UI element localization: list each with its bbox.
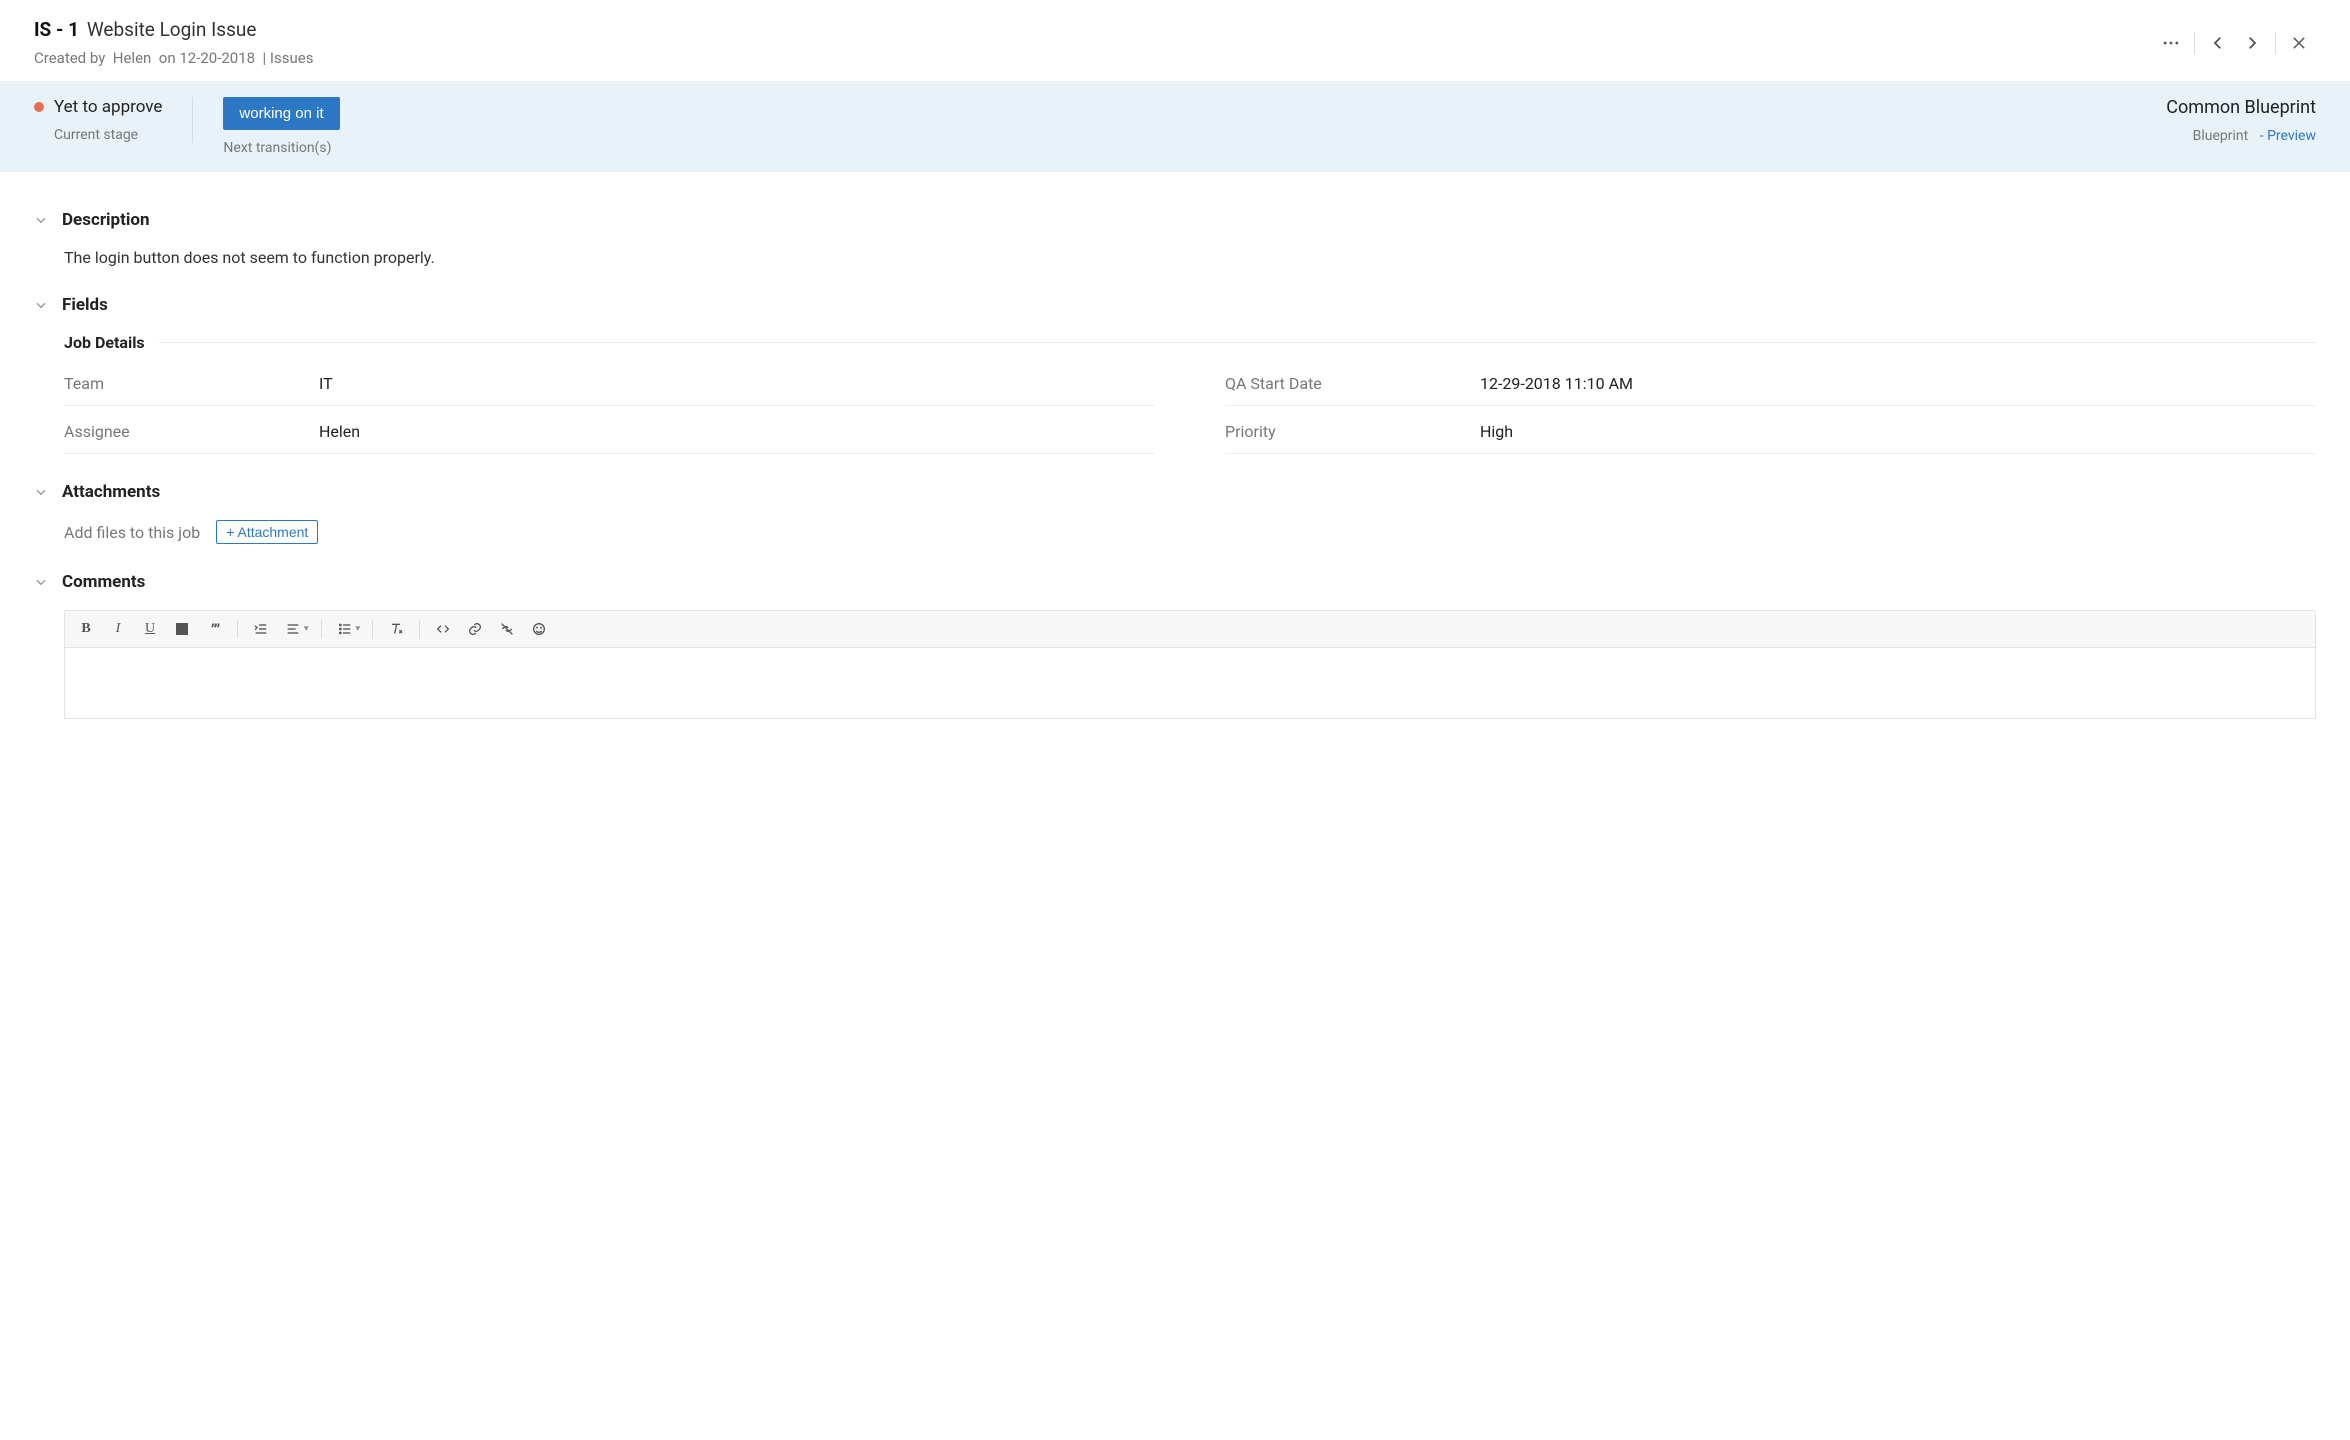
section-toggle-attachments[interactable]: Attachments: [34, 482, 2316, 502]
close-icon[interactable]: [2282, 26, 2316, 60]
underline-icon[interactable]: U: [135, 615, 165, 643]
preview-link[interactable]: - Preview: [2260, 128, 2316, 144]
comment-textarea[interactable]: [65, 648, 2315, 718]
bold-icon[interactable]: B: [71, 615, 101, 643]
current-stage-label: Current stage: [34, 127, 162, 143]
link-icon[interactable]: [460, 615, 490, 643]
code-icon[interactable]: [428, 615, 458, 643]
transition-button[interactable]: working on it: [223, 97, 339, 130]
chevron-down-icon: [34, 485, 48, 499]
field-row[interactable]: Priority High: [1225, 406, 2316, 454]
blueprint-label: Blueprint: [2193, 128, 2249, 144]
emoji-icon[interactable]: [524, 615, 554, 643]
indent-icon[interactable]: [246, 615, 276, 643]
add-attachment-button[interactable]: + Attachment: [216, 520, 318, 544]
chevron-down-icon: [34, 298, 48, 312]
issue-meta: Created by Helen on 12-20-2018 | Issues: [34, 49, 2154, 67]
next-issue-icon[interactable]: [2235, 26, 2269, 60]
breadcrumb[interactable]: Issues: [270, 49, 314, 67]
attachments-hint: Add files to this job: [64, 523, 200, 542]
stage-bar: Yet to approve Current stage working on …: [0, 81, 2350, 172]
editor-toolbar: B I U ▾: [65, 611, 2315, 648]
field-row[interactable]: QA Start Date 12-29-2018 11:10 AM: [1225, 358, 2316, 406]
clear-format-icon[interactable]: [381, 615, 411, 643]
chevron-down-icon: [34, 575, 48, 589]
section-comments: Comments B I U ▾: [34, 572, 2316, 719]
more-menu-icon[interactable]: [2154, 26, 2188, 60]
blueprint-name: Common Blueprint: [2166, 97, 2316, 118]
field-row[interactable]: Team IT: [64, 358, 1155, 406]
quote-icon[interactable]: [199, 615, 229, 643]
page-header: IS - 1 Website Login Issue Created by He…: [0, 0, 2350, 81]
color-fill-icon[interactable]: [167, 615, 197, 643]
issue-key: IS - 1: [34, 18, 79, 41]
prev-issue-icon[interactable]: [2201, 26, 2235, 60]
status-dot-icon: [34, 102, 44, 112]
next-transitions-label: Next transition(s): [223, 140, 339, 156]
field-row[interactable]: Assignee Helen: [64, 406, 1155, 454]
description-text: The login button does not seem to functi…: [64, 248, 2316, 267]
chevron-down-icon: [34, 213, 48, 227]
section-toggle-fields[interactable]: Fields: [34, 295, 2316, 315]
fields-subhead: Job Details: [64, 333, 145, 352]
section-attachments: Attachments Add files to this job + Atta…: [34, 482, 2316, 544]
section-description: Description The login button does not se…: [34, 210, 2316, 267]
comment-editor: B I U ▾: [64, 610, 2316, 719]
italic-icon[interactable]: I: [103, 615, 133, 643]
section-toggle-description[interactable]: Description: [34, 210, 2316, 230]
current-stage-name: Yet to approve: [54, 97, 162, 117]
section-fields: Fields Job Details Team IT Assignee Hele…: [34, 295, 2316, 454]
section-toggle-comments[interactable]: Comments: [34, 572, 2316, 592]
issue-title: Website Login Issue: [87, 18, 257, 41]
unlink-icon[interactable]: [492, 615, 522, 643]
